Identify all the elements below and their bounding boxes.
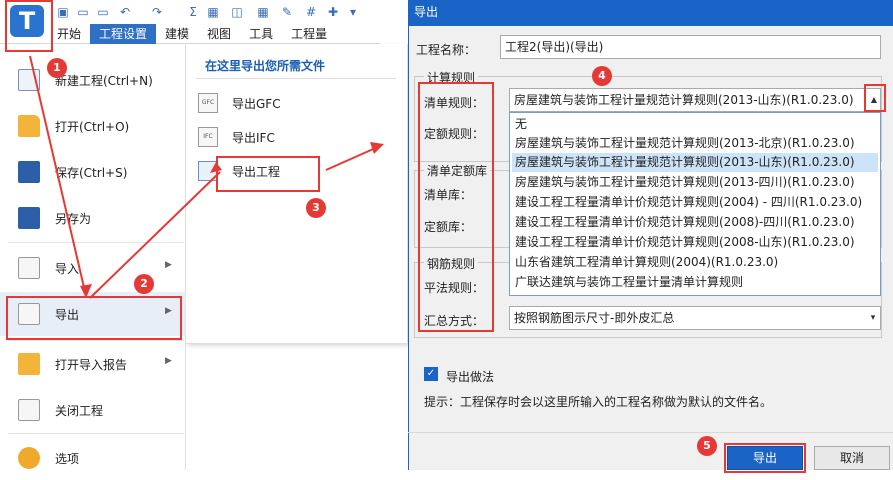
arrow-line [89, 171, 221, 299]
arrow-head [370, 142, 384, 154]
step-badge-4: 4 [592, 66, 612, 86]
step-badge-3: 3 [306, 198, 326, 218]
arrow-line [325, 145, 381, 171]
step-badge-1: 1 [47, 58, 67, 78]
step-badge-2: 2 [134, 274, 154, 294]
arrow-head [210, 162, 222, 173]
step-badge-5: 5 [697, 436, 717, 456]
arrow-line [29, 55, 87, 297]
arrow-head [80, 284, 92, 298]
annotation-arrows [29, 55, 384, 299]
